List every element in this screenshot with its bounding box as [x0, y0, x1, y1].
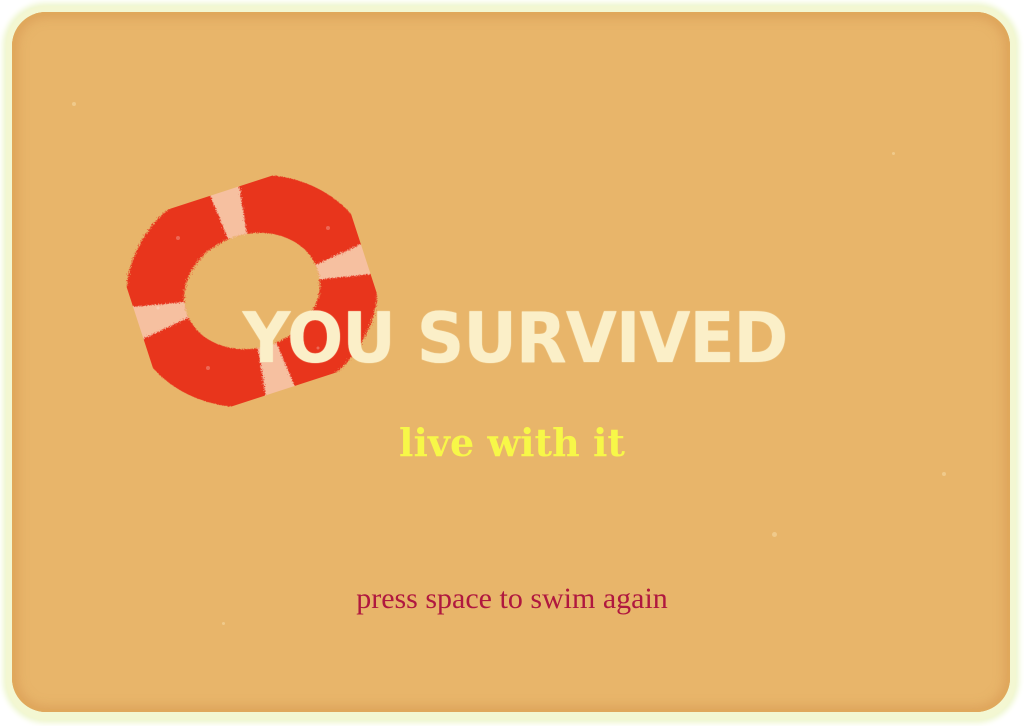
texture-speckle	[72, 102, 76, 106]
texture-speckle	[222, 622, 225, 625]
game-over-title: YOU SURVIVED	[242, 298, 789, 379]
restart-prompt: press space to swim again	[356, 582, 668, 615]
game-over-subtitle: live with it	[399, 420, 625, 465]
texture-speckle	[892, 152, 895, 155]
game-screen: YOU SURVIVED live with it press space to…	[0, 0, 1024, 726]
texture-speckle	[772, 532, 777, 537]
texture-speckle	[942, 472, 946, 476]
